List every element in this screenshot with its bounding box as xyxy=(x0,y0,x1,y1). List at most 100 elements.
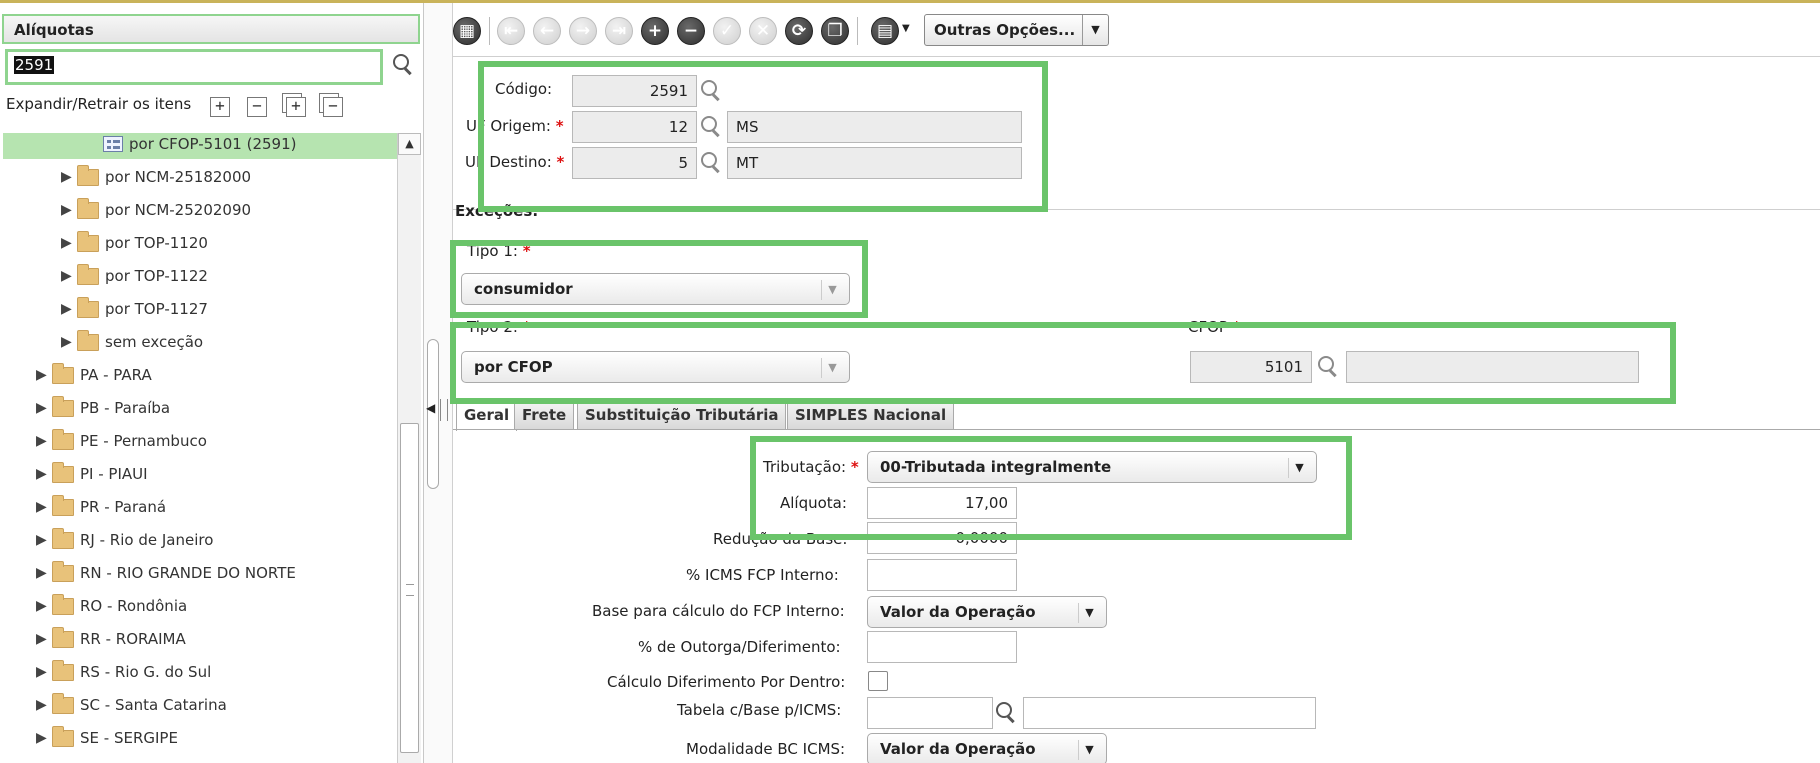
expand-arrow-icon[interactable]: ▶ xyxy=(36,697,52,713)
tree-item[interactable]: ▶ PI - PIAUI xyxy=(36,459,148,489)
tree-item[interactable]: ▶ RJ - Rio de Janeiro xyxy=(36,525,213,555)
tree-item[interactable]: ▶ por TOP-1122 xyxy=(61,261,208,291)
expand-arrow-icon[interactable]: ▶ xyxy=(36,466,52,482)
scroll-thumb[interactable] xyxy=(400,423,419,753)
tree-item[interactable]: ▶ PB - Paraíba xyxy=(36,393,170,423)
first-record-icon[interactable]: ⇤ xyxy=(497,17,525,45)
tree-item[interactable]: ▶ RS - Rio G. do Sul xyxy=(36,657,211,687)
more-options-label: Outras Opções... xyxy=(934,21,1076,39)
clipboard-menu-icon[interactable]: ▤ xyxy=(871,17,899,45)
tab-frete[interactable]: Frete xyxy=(514,400,575,429)
tabela-base-code-field[interactable] xyxy=(867,697,993,729)
search-input[interactable]: 2591 xyxy=(5,49,383,85)
folder-icon xyxy=(52,725,74,747)
cfop-desc-field xyxy=(1346,351,1639,383)
last-record-icon[interactable]: ⇥ xyxy=(605,17,633,45)
tree-item[interactable]: ▶ por TOP-1127 xyxy=(61,294,208,324)
expand-arrow-icon[interactable]: ▶ xyxy=(61,334,77,350)
modalidade-select[interactable]: Valor da Operação ▼ xyxy=(867,733,1107,763)
tree-item[interactable]: ▶ SE - SERGIPE xyxy=(36,723,178,753)
tree-item-label: por TOP-1120 xyxy=(105,234,208,252)
previous-record-icon[interactable]: ← xyxy=(533,17,561,45)
tributacao-select[interactable]: 00-Tributada integralmente ▼ xyxy=(867,451,1317,483)
panel-splitter[interactable]: ◀ xyxy=(424,3,453,763)
expand-arrow-icon[interactable]: ▶ xyxy=(36,631,52,647)
tree-item[interactable]: ▶ SC - Santa Catarina xyxy=(36,690,227,720)
tab-substitui-o-tribut-ria[interactable]: Substituição Tributária xyxy=(577,400,787,429)
expand-arrow-icon[interactable]: ▶ xyxy=(61,235,77,251)
refresh-icon[interactable]: ⟳ xyxy=(785,17,813,45)
remove-icon[interactable]: − xyxy=(677,17,705,45)
outorga-field[interactable] xyxy=(867,631,1017,663)
expand-arrow-icon[interactable]: ▶ xyxy=(36,598,52,614)
tree-item[interactable]: ▶ PE - Pernambuco xyxy=(36,426,207,456)
add-icon[interactable]: + xyxy=(641,17,669,45)
collapse-panel-icon[interactable]: ◀ xyxy=(426,401,435,415)
expand-arrow-icon[interactable]: ▶ xyxy=(36,664,52,680)
tree-item[interactable]: ▶ sem exceção xyxy=(61,327,203,357)
uf-destino-search-icon[interactable] xyxy=(700,151,722,173)
tree-item[interactable]: ▶ PR - Paraná xyxy=(36,492,166,522)
expand-arrow-icon[interactable]: ▶ xyxy=(36,367,52,383)
expand-arrow-icon[interactable]: ▶ xyxy=(36,565,52,581)
tree-item-label: SC - Santa Catarina xyxy=(80,696,227,714)
tree-item[interactable]: ▶ PA - PARA xyxy=(36,360,152,390)
tree-item[interactable]: ▶ por TOP-1120 xyxy=(61,228,208,258)
codigo-field[interactable]: 2591 xyxy=(572,75,697,107)
tabela-base-search-icon[interactable] xyxy=(995,701,1017,723)
tipo1-select[interactable]: consumidor ▼ xyxy=(461,273,850,305)
next-record-icon[interactable]: → xyxy=(569,17,597,45)
tree-item[interactable]: ▶ por NCM-25202090 xyxy=(61,195,251,225)
section-divider xyxy=(453,209,1820,210)
toolbar: ▦ ⇤ ← → ⇥ + − ✓ ✕ ⟳ ❐ ▤ ▼ Outras Opções.… xyxy=(453,3,1820,57)
folder-icon xyxy=(52,560,74,582)
aliquota-field[interactable]: 17,00 xyxy=(867,487,1017,519)
search-icon[interactable] xyxy=(392,53,414,75)
excecoes-title: Exceções: xyxy=(455,202,539,220)
uf-origem-code-field[interactable]: 12 xyxy=(572,111,697,143)
fcp-interno-field[interactable] xyxy=(867,559,1017,591)
expand-arrow-icon[interactable]: ▶ xyxy=(36,532,52,548)
tipo2-select[interactable]: por CFOP ▼ xyxy=(461,351,850,383)
expand-arrow-icon[interactable]: ▶ xyxy=(36,730,52,746)
base-fcp-select[interactable]: Valor da Operação ▼ xyxy=(867,596,1107,628)
confirm-icon[interactable]: ✓ xyxy=(713,17,741,45)
collapse-all-icon[interactable]: − xyxy=(323,97,343,117)
expand-arrow-icon[interactable]: ▶ xyxy=(36,400,52,416)
codigo-search-icon[interactable] xyxy=(700,79,722,101)
uf-destino-code-field[interactable]: 5 xyxy=(572,147,697,179)
collapse-icon[interactable]: − xyxy=(247,97,267,117)
cfop-code-field[interactable]: 5101 xyxy=(1190,351,1312,383)
cfop-search-icon[interactable] xyxy=(1317,355,1339,377)
folder-icon xyxy=(52,593,74,615)
tree-item[interactable]: ▶ RN - RIO GRANDE DO NORTE xyxy=(36,558,296,588)
expand-arrow-icon[interactable]: ▶ xyxy=(61,301,77,317)
tree-item-selected[interactable]: por CFOP-5101 (2591) xyxy=(3,133,397,159)
expand-arrow-icon[interactable]: ▶ xyxy=(61,202,77,218)
tree-item-label: por TOP-1127 xyxy=(105,300,208,318)
tree-item[interactable]: ▶ por NCM-25182000 xyxy=(61,162,251,192)
chevron-down-icon: ▼ xyxy=(1288,458,1310,478)
expand-arrow-icon[interactable]: ▶ xyxy=(36,433,52,449)
chevron-down-icon[interactable]: ▼ xyxy=(902,23,910,34)
tree-item[interactable]: ▶ RO - Rondônia xyxy=(36,591,187,621)
expand-all-icon[interactable]: + xyxy=(286,97,306,117)
cancel-icon[interactable]: ✕ xyxy=(749,17,777,45)
more-options-button[interactable]: Outras Opções... ▼ xyxy=(924,14,1109,46)
uf-origem-search-icon[interactable] xyxy=(700,115,722,137)
reducao-base-field[interactable]: 0,0000 xyxy=(867,522,1017,554)
fcp-interno-label: % ICMS FCP Interno: xyxy=(686,566,839,584)
expand-arrow-icon[interactable]: ▶ xyxy=(61,268,77,284)
tree-scrollbar[interactable]: ▲ xyxy=(397,133,421,763)
expand-arrow-icon[interactable]: ▶ xyxy=(36,499,52,515)
grid-view-icon[interactable]: ▦ xyxy=(453,17,481,45)
tab-simples-nacional[interactable]: SIMPLES Nacional xyxy=(787,400,955,429)
expand-icon[interactable]: + xyxy=(210,97,230,117)
tree-item[interactable]: ▶ RR - RORAIMA xyxy=(36,624,186,654)
expand-arrow-icon[interactable]: ▶ xyxy=(61,169,77,185)
tab-geral[interactable]: Geral xyxy=(456,400,518,431)
copy-icon[interactable]: ❐ xyxy=(821,17,849,45)
folder-icon xyxy=(52,362,74,384)
calc-diferimento-checkbox[interactable] xyxy=(868,671,888,691)
scroll-up-icon[interactable]: ▲ xyxy=(398,133,421,155)
